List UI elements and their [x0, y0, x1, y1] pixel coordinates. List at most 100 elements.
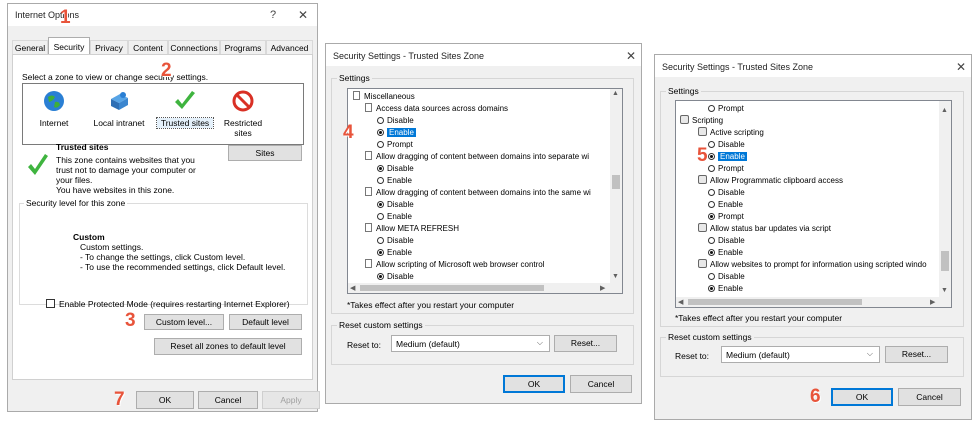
setting-radio-option[interactable]: Disable	[377, 271, 414, 282]
setting-radio-option[interactable]: Prompt	[377, 139, 413, 150]
scroll-thumb[interactable]	[612, 175, 620, 189]
setting-radio-option[interactable]: Disable	[708, 271, 745, 282]
radio-button-checked[interactable]	[708, 285, 715, 292]
apply-button[interactable]: Apply	[262, 391, 320, 409]
ok-button[interactable]: OK	[136, 391, 194, 409]
ok-button[interactable]: OK	[831, 388, 893, 406]
settings-gear-icon	[680, 115, 689, 124]
radio-button-checked[interactable]	[377, 129, 384, 136]
tab-security[interactable]: Security	[48, 37, 90, 55]
radio-button-checked[interactable]	[708, 249, 715, 256]
reset-to-combobox[interactable]: Medium (default) ⌵	[721, 346, 880, 363]
setting-radio-option[interactable]: Enable	[708, 247, 743, 258]
settings-label: Settings	[337, 73, 372, 83]
close-button[interactable]: ✕	[626, 49, 636, 63]
radio-button[interactable]	[708, 165, 715, 172]
reset-to-combobox[interactable]: Medium (default) ⌵	[391, 335, 550, 352]
cancel-button[interactable]: Cancel	[898, 388, 961, 406]
help-button[interactable]: ?	[270, 9, 276, 21]
tab-advanced[interactable]: Advanced	[266, 40, 313, 54]
horizontal-scrollbar[interactable]: ◀ ▶	[676, 297, 951, 307]
scroll-down-arrow[interactable]: ▼	[612, 273, 619, 280]
setting-radio-option[interactable]: Enable	[377, 127, 416, 138]
radio-button[interactable]	[708, 273, 715, 280]
setting-radio-option[interactable]: Enable	[708, 283, 743, 294]
radio-button[interactable]	[708, 105, 715, 112]
radio-button[interactable]	[377, 177, 384, 184]
protected-mode-checkbox[interactable]	[46, 299, 55, 308]
setting-radio-option[interactable]: Enable	[377, 211, 412, 222]
zone-local-intranet[interactable]: Local intranet	[89, 88, 149, 140]
setting-radio-option[interactable]: Prompt	[708, 163, 744, 174]
radio-button[interactable]	[377, 237, 384, 244]
scroll-thumb[interactable]	[360, 285, 544, 291]
radio-button[interactable]	[377, 141, 384, 148]
horizontal-scrollbar[interactable]: ◀ ▶	[348, 283, 622, 293]
setting-radio-option[interactable]: Prompt	[708, 211, 744, 222]
setting-radio-option[interactable]: Disable	[708, 187, 745, 198]
sites-button[interactable]: Sites	[228, 145, 302, 161]
setting-radio-option[interactable]: Disable	[708, 139, 745, 150]
radio-button-checked[interactable]	[377, 165, 384, 172]
setting-radio-option[interactable]: Disable	[708, 235, 745, 246]
custom-level-button[interactable]: Custom level...	[144, 314, 224, 330]
setting-label: Enable	[718, 248, 743, 257]
scroll-up-arrow[interactable]: ▲	[612, 90, 619, 97]
tab-programs[interactable]: Programs	[220, 40, 266, 54]
vertical-scrollbar[interactable]: ▲ ▼	[610, 89, 622, 285]
setting-label: Access data sources across domains	[376, 104, 509, 113]
tab-general[interactable]: General	[12, 40, 48, 54]
default-level-button[interactable]: Default level	[229, 314, 302, 330]
scroll-thumb[interactable]	[688, 299, 862, 305]
radio-button[interactable]	[708, 189, 715, 196]
setting-radio-option[interactable]: Enable	[708, 199, 743, 210]
setting-label: Disable	[387, 164, 414, 173]
scroll-thumb[interactable]	[941, 251, 949, 271]
tab-privacy[interactable]: Privacy	[90, 40, 128, 54]
scroll-left-arrow[interactable]: ◀	[350, 284, 355, 292]
radio-button-checked[interactable]	[708, 153, 715, 160]
setting-label: Disable	[387, 236, 414, 245]
setting-radio-option[interactable]: Disable	[377, 115, 414, 126]
zone-trusted-sites[interactable]: Trusted sites	[156, 88, 214, 140]
radio-button[interactable]	[377, 117, 384, 124]
setting-radio-option[interactable]: Enable	[708, 151, 747, 162]
settings-tree[interactable]: Miscellaneous Access data sources across …	[347, 88, 623, 294]
setting-radio-option[interactable]: Disable	[377, 199, 414, 210]
radio-button[interactable]	[377, 213, 384, 220]
settings-tree[interactable]: Prompt Scripting Active scripting Disable En…	[675, 100, 952, 308]
radio-button[interactable]	[708, 141, 715, 148]
vertical-scrollbar[interactable]: ▲ ▼	[939, 101, 951, 299]
zone-internet[interactable]: Internet	[29, 88, 79, 140]
scroll-right-arrow[interactable]: ▶	[600, 284, 605, 292]
tab-connections[interactable]: Connections	[168, 40, 220, 54]
cancel-button[interactable]: Cancel	[198, 391, 258, 409]
setting-label: Enable	[387, 248, 412, 257]
setting-radio-option[interactable]: Prompt	[708, 103, 744, 114]
setting-radio-option[interactable]: Disable	[377, 163, 414, 174]
radio-button[interactable]	[708, 201, 715, 208]
setting-radio-option[interactable]: Enable	[377, 175, 412, 186]
setting-radio-option[interactable]: Enable	[377, 247, 412, 258]
security-level-title: Security level for this zone	[24, 198, 128, 208]
radio-button-checked[interactable]	[377, 249, 384, 256]
close-button[interactable]: ✕	[298, 8, 308, 22]
scroll-down-arrow[interactable]: ▼	[941, 287, 948, 294]
radio-button-checked[interactable]	[708, 213, 715, 220]
setting-radio-option[interactable]: Disable	[377, 235, 414, 246]
setting-category: Miscellaneous	[353, 91, 415, 102]
reset-button[interactable]: Reset...	[554, 335, 617, 352]
tab-content[interactable]: Content	[128, 40, 168, 54]
radio-button-checked[interactable]	[377, 273, 384, 280]
ok-button[interactable]: OK	[503, 375, 565, 393]
radio-button-checked[interactable]	[377, 201, 384, 208]
scroll-up-arrow[interactable]: ▲	[941, 107, 948, 114]
reset-button[interactable]: Reset...	[885, 346, 948, 363]
reset-all-zones-button[interactable]: Reset all zones to default level	[154, 338, 302, 355]
radio-button[interactable]	[708, 237, 715, 244]
scroll-right-arrow[interactable]: ▶	[930, 298, 935, 306]
cancel-button[interactable]: Cancel	[570, 375, 632, 393]
zone-restricted-sites[interactable]: Restricted sites	[218, 88, 268, 144]
close-button[interactable]: ✕	[956, 60, 966, 74]
scroll-left-arrow[interactable]: ◀	[678, 298, 683, 306]
